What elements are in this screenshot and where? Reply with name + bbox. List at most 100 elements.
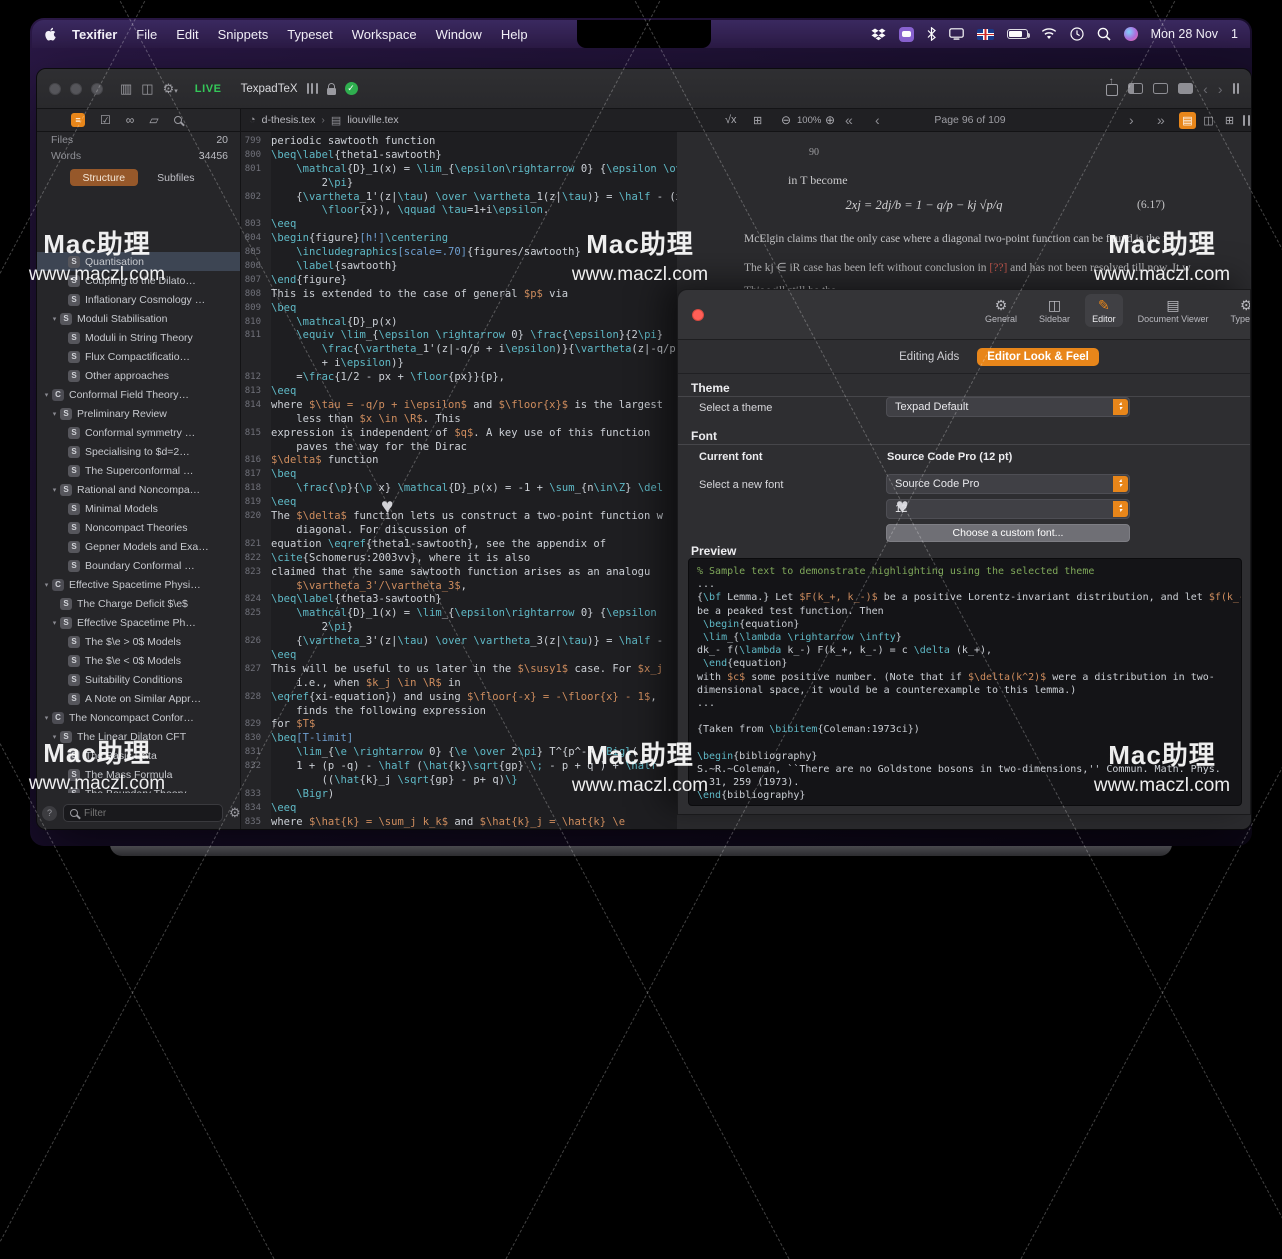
filter-input[interactable]	[63, 804, 223, 822]
editor-line[interactable]: 807\end{figure}	[241, 274, 677, 288]
first-page-button[interactable]: «	[845, 109, 853, 131]
dropbox-icon[interactable]	[871, 28, 886, 41]
lock-icon[interactable]	[327, 88, 336, 95]
editor-line[interactable]: $\vartheta_3'/\vartheta_3$,	[241, 580, 677, 594]
structure-item[interactable]: SThe $\e < 0$ Models	[37, 651, 240, 670]
editor-line[interactable]: 815expression is independent of $q$. A k…	[241, 427, 677, 441]
keyboard-layout-flag-icon[interactable]	[977, 29, 994, 40]
structure-item[interactable]: ▾SPreliminary Review	[37, 404, 240, 423]
editor-line[interactable]: 803\eeq	[241, 218, 677, 232]
project-doc-icon[interactable]: ≡	[71, 113, 85, 127]
editor-line[interactable]: 805 \includegraphics[scale=.70]{figures/…	[241, 246, 677, 260]
structure-item[interactable]: ▾CThe Noncompact Confor…	[37, 708, 240, 727]
share-icon[interactable]	[1106, 84, 1118, 96]
zoom-out-icon[interactable]: ⊖	[781, 109, 791, 131]
tab-structure[interactable]: Structure	[70, 169, 139, 186]
editor-line[interactable]: \eeq	[241, 649, 677, 663]
pref-pane-general[interactable]: ⚙General	[978, 294, 1024, 327]
split-view-icon[interactable]: ◫	[1200, 109, 1217, 131]
structure-item[interactable]: ▾CConformal Field Theory…	[37, 385, 240, 404]
structure-item[interactable]: SFlux Compactificatio…	[37, 347, 240, 366]
organizer-icon[interactable]: ◫	[141, 81, 153, 97]
menu-typeset[interactable]: Typeset	[287, 27, 333, 42]
live-typeset-label[interactable]: LIVE	[195, 83, 222, 95]
layout-sidebar-icon[interactable]	[1128, 83, 1143, 94]
editor-line[interactable]: diagonal. For discussion of	[241, 524, 677, 538]
prev-page-button[interactable]: ‹	[875, 109, 880, 131]
history-icon[interactable]: ◔	[249, 114, 256, 126]
editor-line[interactable]: 829for $T$	[241, 718, 677, 732]
layout-full-icon[interactable]	[1178, 83, 1193, 94]
typeset-grid-icon[interactable]: ⊞	[753, 109, 762, 131]
tab-subfiles[interactable]: Subfiles	[144, 169, 207, 186]
editor-line[interactable]: 814where $\tau = -q/p + i\epsilon$ and $…	[241, 399, 677, 413]
editor-line[interactable]: \frac{\vartheta_1'(z|-q/p + i\epsilon)}{…	[241, 343, 677, 357]
editor-line[interactable]: 799periodic sawtooth function	[241, 135, 677, 149]
dialog-close-button[interactable]	[692, 309, 704, 321]
typeset-engine-label[interactable]: TexpadTeX	[241, 83, 298, 95]
help-icon[interactable]: ?	[42, 806, 57, 821]
structure-item[interactable]: ▾SModuli Stabilisation	[37, 309, 240, 328]
disclosure-icon[interactable]: ▾	[49, 486, 60, 494]
editor-line[interactable]: 832 1 + (p -q) - \half (\hat{k}\sqrt{gp}…	[241, 760, 677, 774]
siri-icon[interactable]	[1124, 27, 1138, 41]
editor-line[interactable]: paves the way for the Dirac	[241, 441, 677, 455]
structure-item[interactable]: SThe $\e > 0$ Models	[37, 632, 240, 651]
editor-line[interactable]: 806 \label{sawtooth}	[241, 260, 677, 274]
grid-view-icon[interactable]: ⊞	[1221, 109, 1238, 131]
structure-item[interactable]: SThe Charge Deficit $\e$	[37, 594, 240, 613]
disclosure-icon[interactable]: ▾	[49, 619, 60, 627]
pdf-view-toggle-icon[interactable]: ▤	[1179, 112, 1196, 129]
editor-line[interactable]: finds the following expression	[241, 705, 677, 719]
editor-line[interactable]: + i\epsilon)}	[241, 357, 677, 371]
structure-item[interactable]: SModuli in String Theory	[37, 328, 240, 347]
search-icon[interactable]	[174, 114, 182, 126]
structure-item[interactable]: SGepner Models and Exa…	[37, 537, 240, 556]
link-icon[interactable]: ∞	[126, 114, 135, 126]
editor-line[interactable]: 827This will be useful to us later in th…	[241, 663, 677, 677]
editor-line[interactable]: i.e., when $k_j \in \R$ in	[241, 677, 677, 691]
breadcrumb-root[interactable]: d-thesis.tex	[262, 114, 316, 126]
structure-item[interactable]: SThe Mass Formula	[37, 765, 240, 784]
editor-line[interactable]: 813\eeq	[241, 385, 677, 399]
editor-line[interactable]: 809\beq	[241, 302, 677, 316]
structure-item[interactable]: SSuitability Conditions	[37, 670, 240, 689]
zoom-in-icon[interactable]: ⊕	[825, 109, 835, 131]
editor-pane[interactable]: 799periodic sawtooth function800\beq\lab…	[241, 132, 677, 829]
structure-item[interactable]: SNoncompact Theories	[37, 518, 240, 537]
preferences-titlebar[interactable]: ⚙General◫Sidebar✎Editor▤Document Viewer⚙…	[678, 290, 1250, 340]
editor-line[interactable]: 819\eeq	[241, 496, 677, 510]
tab-editor-look-feel[interactable]: Editor Look & Feel	[977, 348, 1099, 366]
editor-line[interactable]: 800\beq\label{theta1-sawtooth}	[241, 149, 677, 163]
editor-line[interactable]: 830\beq[T-limit]	[241, 732, 677, 746]
editor-line[interactable]: 808This is extended to the case of gener…	[241, 288, 677, 302]
menu-bar-clock[interactable]: Mon 28 Nov	[1151, 27, 1218, 41]
menu-help[interactable]: Help	[501, 27, 528, 42]
history-back-icon[interactable]: ‹	[1203, 82, 1208, 96]
gear-menu-icon[interactable]: ⚙▾	[163, 81, 178, 97]
custom-font-button[interactable]: Choose a custom font...	[886, 524, 1130, 542]
editor-line[interactable]: \floor{x}), \qquad \tau=1+i\epsilon.	[241, 204, 677, 218]
editor-line[interactable]: 811 \equiv \lim_{\epsilon \rightarrow 0}…	[241, 329, 677, 343]
spotlight-search-icon[interactable]	[1097, 27, 1111, 41]
font-family-dropdown[interactable]: Source Code Pro ▴▾	[886, 474, 1130, 494]
clock-icon[interactable]	[1070, 27, 1084, 41]
structure-item[interactable]: SQuantisation	[37, 252, 240, 271]
structure-item[interactable]: SOther approaches	[37, 366, 240, 385]
editor-line[interactable]: 831 \lim_{\e \rightarrow 0} {\e \over 2\…	[241, 746, 677, 760]
editor-line[interactable]: 818 \frac{\p}{\p x} \mathcal{D}_p(x) = -…	[241, 482, 677, 496]
menu-edit[interactable]: Edit	[176, 27, 198, 42]
editor-line[interactable]: 802 {\vartheta_1'(z|\tau) \over \varthet…	[241, 191, 677, 205]
editor-line[interactable]: 2\pi}	[241, 177, 677, 191]
citation-ref[interactable]: [??]	[989, 262, 1007, 274]
pause-typeset-icon[interactable]	[1243, 109, 1250, 131]
menu-window[interactable]: Window	[436, 27, 482, 42]
editor-line[interactable]: 817\beq	[241, 468, 677, 482]
pref-pane-document-viewer[interactable]: ▤Document Viewer	[1131, 294, 1216, 327]
close-button[interactable]	[49, 83, 61, 95]
editor-line[interactable]: 825 \mathcal{D}_1(x) = \lim_{\epsilon\ri…	[241, 607, 677, 621]
math-preview-button[interactable]: √x	[725, 109, 737, 131]
editor-line[interactable]: 826 {\vartheta_3'(z|\tau) \over \varthet…	[241, 635, 677, 649]
editor-line[interactable]: 833 \Bigr)	[241, 788, 677, 802]
editor-line[interactable]: 822\cite{Schomerus:2003vv}, where it is …	[241, 552, 677, 566]
